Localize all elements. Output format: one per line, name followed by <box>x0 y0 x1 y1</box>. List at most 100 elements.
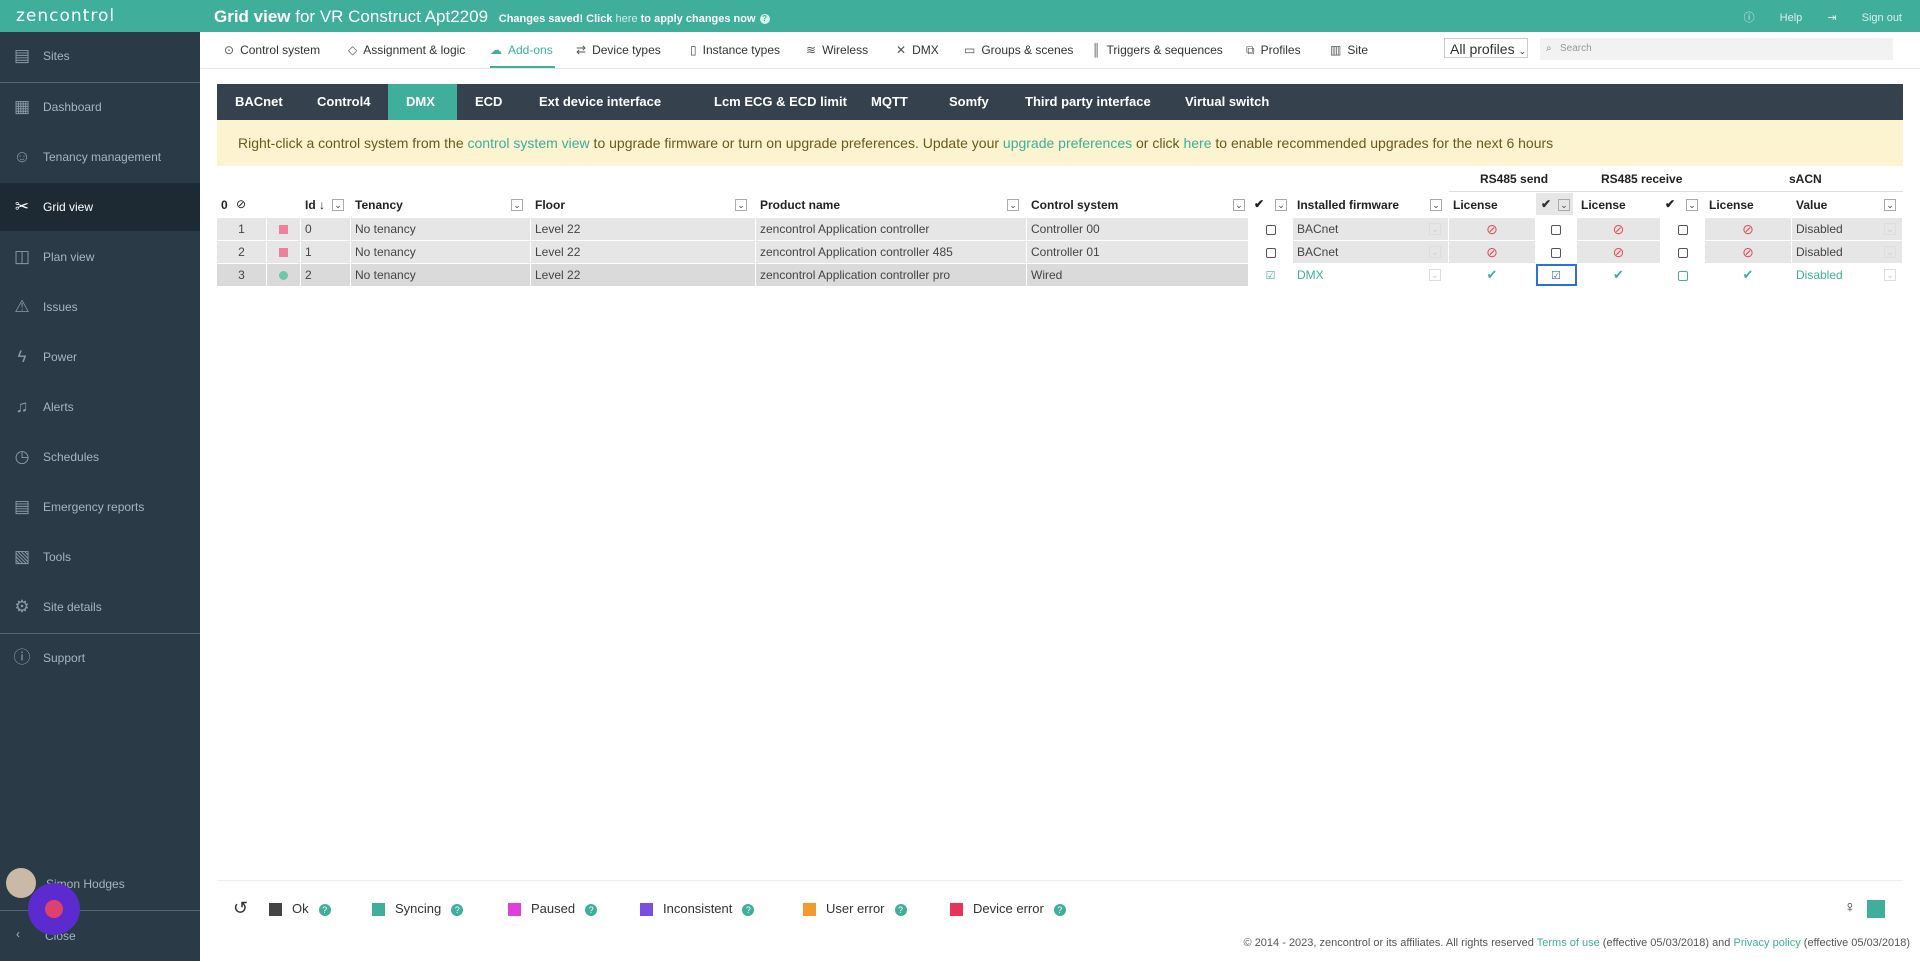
sidebar-item-dashboard[interactable]: ▦ Dashboard <box>0 83 200 131</box>
tab-groups-scenes[interactable]: ▭ Groups & scenes <box>964 43 1073 57</box>
sidebar-item-tenancy-management[interactable]: ☺ Tenancy management <box>0 133 200 181</box>
sidebar-item-issues[interactable]: ⚠ Issues <box>0 283 200 331</box>
subtab-dmx[interactable]: DMX <box>388 84 457 120</box>
sidebar-item-alerts[interactable]: ♫ Alerts <box>0 383 200 431</box>
checked-checkbox-icon[interactable]: ☑ <box>1551 270 1561 282</box>
cell-floor[interactable]: Level 22 <box>531 264 756 286</box>
cell-id[interactable]: 0 <box>301 218 351 240</box>
subtab-virtual-switch[interactable]: Virtual switch <box>1167 84 1287 120</box>
help-question-icon[interactable]: ? <box>318 903 331 916</box>
chevron-down-icon[interactable]: ⌄ <box>1884 246 1896 258</box>
header-license-rs485-send[interactable]: License <box>1453 198 1498 212</box>
sidebar-item-emergency-reports[interactable]: ▤ Emergency reports <box>0 483 200 531</box>
cell-id[interactable]: 1 <box>301 241 351 263</box>
header-license-sacn[interactable]: License <box>1709 198 1754 212</box>
cell-control-system[interactable]: Wired <box>1027 264 1249 286</box>
help-question-icon[interactable]: ? <box>585 903 598 916</box>
tab-wireless[interactable]: ≋ Wireless <box>806 43 868 57</box>
checkbox[interactable] <box>1677 247 1688 258</box>
cell-product-name[interactable]: zencontrol Application controller 485 <box>756 241 1027 263</box>
cell-tenancy[interactable]: No tenancy <box>351 241 531 263</box>
rs485-receive-enable[interactable] <box>1661 264 1705 286</box>
table-row[interactable]: 2 1 No tenancy Level 22 zencontrol Appli… <box>217 241 1903 263</box>
cell-product-name[interactable]: zencontrol Application controller pro <box>756 264 1027 286</box>
history-icon[interactable]: ↺ <box>233 898 248 919</box>
checkbox[interactable] <box>1677 270 1688 281</box>
sidebar-item-plan-view[interactable]: ◫ Plan view <box>0 233 200 281</box>
tab-control-system[interactable]: ⊙ Control system <box>224 43 320 57</box>
subtab-somfy[interactable]: Somfy <box>931 84 1007 120</box>
color-swatch-button[interactable] <box>1867 900 1885 918</box>
header-installed-firmware[interactable]: Installed firmware <box>1297 198 1399 212</box>
header-tenancy[interactable]: Tenancy <box>355 198 403 212</box>
chevron-down-icon[interactable]: ⌄ <box>735 199 747 211</box>
sidebar-item-grid-view[interactable]: ✂ Grid view <box>0 183 200 231</box>
header-license-rs485-receive[interactable]: License <box>1581 198 1626 212</box>
rs485-send-enable[interactable]: ☑ <box>1536 264 1577 286</box>
cell-tenancy[interactable]: No tenancy <box>351 218 531 240</box>
subtab-bacnet[interactable]: BACnet <box>217 84 301 120</box>
help-question-icon[interactable]: ? <box>894 903 907 916</box>
subtab-mqtt[interactable]: MQTT <box>853 84 926 120</box>
cell-installed-firmware[interactable]: DMX ⌄ <box>1293 264 1449 286</box>
chevron-down-icon[interactable]: ⌄ <box>1429 246 1441 258</box>
chevron-down-icon[interactable]: ⌄ <box>1430 199 1442 211</box>
chevron-down-icon[interactable]: ⌄ <box>1275 199 1287 211</box>
rs485-receive-enable[interactable] <box>1661 241 1705 263</box>
tab-profiles[interactable]: ⧉ Profiles <box>1246 43 1301 58</box>
tab-triggers-sequences[interactable]: ║ Triggers & sequences <box>1092 43 1223 57</box>
help-question-icon[interactable]: ? <box>1053 903 1066 916</box>
enable-upgrades-link[interactable]: here <box>1183 135 1211 151</box>
help-question-icon[interactable]: ? <box>742 903 755 916</box>
upgrade-preferences-link[interactable]: upgrade preferences <box>1003 135 1132 151</box>
cell-floor[interactable]: Level 22 <box>531 241 756 263</box>
cell-tenancy[interactable]: No tenancy <box>351 264 531 286</box>
terms-of-use-link[interactable]: Terms of use <box>1537 937 1600 949</box>
row-checkbox[interactable]: ☑ <box>1249 264 1293 286</box>
sidebar-item-schedules[interactable]: ◷ Schedules <box>0 433 200 481</box>
sidebar-item-site-details[interactable]: ⚙ Site details <box>0 583 200 631</box>
subtab-third-party-interface[interactable]: Third party interface <box>1007 84 1169 120</box>
sacn-value[interactable]: Disabled ⌄ <box>1792 218 1903 240</box>
lightbulb-icon[interactable]: ♀ <box>1844 899 1856 917</box>
help-question-icon[interactable]: ? <box>759 14 770 25</box>
rs485-send-enable[interactable] <box>1536 218 1577 240</box>
floating-record-button[interactable] <box>28 883 80 935</box>
rs485-receive-enable[interactable] <box>1661 218 1705 240</box>
chevron-down-icon[interactable]: ⌄ <box>1884 269 1896 281</box>
chevron-down-icon[interactable]: ⌄ <box>332 199 344 211</box>
header-id[interactable]: Id ↓ <box>305 198 325 212</box>
table-row[interactable]: 1 0 No tenancy Level 22 zencontrol Appli… <box>217 218 1903 240</box>
cell-installed-firmware[interactable]: BACnet ⌄ <box>1293 218 1449 240</box>
cell-id[interactable]: 2 <box>301 264 351 286</box>
chevron-down-icon[interactable]: ⌄ <box>1007 199 1019 211</box>
checked-checkbox-icon[interactable]: ☑ <box>1266 270 1276 282</box>
checkmark-icon[interactable]: ✔ <box>1665 197 1675 211</box>
header-control-system[interactable]: Control system <box>1031 198 1118 212</box>
logo[interactable]: zencontrol <box>16 6 115 26</box>
privacy-policy-link[interactable]: Privacy policy <box>1733 937 1800 949</box>
tab-site[interactable]: ▥ Site <box>1330 43 1368 57</box>
chevron-down-icon[interactable]: ⌄ <box>1558 199 1570 211</box>
rs485-send-enable-header[interactable]: ✔ ⌄ <box>1536 193 1573 215</box>
select-all-checkmark-icon[interactable]: ✔ <box>1254 197 1264 211</box>
cell-product-name[interactable]: zencontrol Application controller <box>756 218 1027 240</box>
chevron-down-icon[interactable]: ⌄ <box>1884 223 1896 235</box>
chevron-down-icon[interactable]: ⌄ <box>511 199 523 211</box>
checkbox[interactable] <box>1551 247 1561 258</box>
apply-changes-link[interactable]: here <box>616 13 638 25</box>
chevron-down-icon[interactable]: ⌄ <box>1429 269 1441 281</box>
subtab-lcm-ecg-ecd-limit[interactable]: Lcm ECG & ECD limit <box>696 84 865 120</box>
chevron-down-icon[interactable]: ⌄ <box>1686 199 1698 211</box>
row-checkbox[interactable] <box>1249 241 1293 263</box>
chevron-down-icon[interactable]: ⌄ <box>1884 199 1896 211</box>
help-link[interactable]: ⓘ Help <box>1744 12 1803 24</box>
sign-out-link[interactable]: ⇥ Sign out <box>1827 12 1902 24</box>
checkbox[interactable] <box>1677 224 1688 235</box>
chevron-down-icon[interactable]: ⌄ <box>1429 223 1441 235</box>
table-row-selected[interactable]: 3 2 No tenancy Level 22 zencontrol Appli… <box>217 264 1903 286</box>
rs485-send-enable[interactable] <box>1536 241 1577 263</box>
checkbox[interactable] <box>1551 224 1561 235</box>
help-question-icon[interactable]: ? <box>451 903 464 916</box>
cell-floor[interactable]: Level 22 <box>531 218 756 240</box>
